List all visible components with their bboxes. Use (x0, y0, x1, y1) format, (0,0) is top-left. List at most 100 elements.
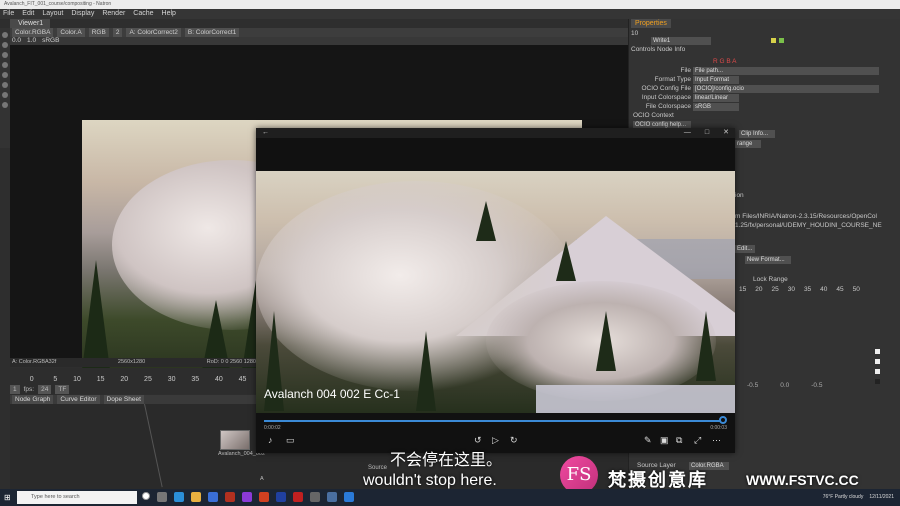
forward-icon[interactable]: ↻ (510, 435, 518, 446)
tab-properties[interactable]: Properties (631, 19, 671, 28)
tool-icon[interactable] (2, 72, 8, 78)
tool-icon[interactable] (2, 42, 8, 48)
tool-icon[interactable] (2, 82, 8, 88)
menu-help[interactable]: Help (161, 9, 177, 19)
windows-start-icon[interactable]: ⊞ (4, 493, 13, 502)
photoshop-icon[interactable] (276, 492, 286, 502)
range-tick: 25 (771, 286, 779, 293)
tab-dope-sheet[interactable]: Dope Sheet (103, 395, 144, 404)
ocio-config-field[interactable]: [OCIO]/config.ocio (693, 85, 879, 93)
range-tick: 35 (803, 286, 812, 293)
minimize-icon[interactable]: — (684, 128, 691, 138)
back-icon[interactable]: ← (262, 128, 269, 138)
tab-node-graph[interactable]: Node Graph (12, 395, 54, 404)
menu-file[interactable]: File (2, 9, 15, 19)
colorspace-select[interactable]: sRGB (42, 37, 59, 45)
tool-icon[interactable] (2, 52, 8, 58)
input-colorspace-select[interactable]: linear/Linear (693, 94, 739, 102)
tool-icon[interactable] (2, 102, 8, 108)
subtitles-icon[interactable]: ▭ (286, 435, 295, 446)
gain-value[interactable]: 0.0 (12, 37, 21, 45)
input-b-select[interactable]: B: ColorCorrect1 (184, 28, 240, 37)
file-field[interactable]: File path... (693, 67, 879, 75)
color-swatch[interactable] (875, 349, 880, 354)
display-mode-select[interactable]: RGB (88, 28, 109, 37)
menu-edit[interactable]: Edit (21, 9, 35, 19)
natron-icon[interactable] (327, 492, 337, 502)
seek-handle[interactable] (719, 416, 727, 424)
close-icon[interactable]: ✕ (723, 128, 729, 138)
cortana-icon[interactable] (142, 492, 150, 500)
maximize-icon[interactable]: □ (705, 128, 709, 138)
node-color-swatch[interactable] (779, 38, 784, 43)
store-icon[interactable] (208, 492, 218, 502)
input-colorspace-label: Input Colorspace (641, 94, 691, 101)
edge-icon[interactable] (174, 492, 184, 502)
tool-icon[interactable] (2, 92, 8, 98)
seek-bar[interactable] (264, 420, 724, 422)
fps-field[interactable]: 24 (38, 385, 52, 394)
source-label: Source (368, 465, 388, 471)
media-player-icon[interactable] (344, 492, 354, 502)
menu-display[interactable]: Display (70, 9, 95, 19)
video-frame[interactable]: Avalanch 004 002 E Cc-1 (256, 171, 735, 413)
menu-render[interactable]: Render (101, 9, 126, 19)
opera-icon[interactable] (259, 492, 269, 502)
range-toggle[interactable]: TF (55, 385, 70, 394)
volume-icon[interactable]: ♪ (268, 435, 273, 445)
zoom-select[interactable]: 2 (112, 28, 123, 37)
node-name-field[interactable]: Write1 (651, 37, 711, 45)
color-swatch[interactable] (875, 379, 880, 384)
current-frame-field[interactable]: 1 (10, 385, 20, 394)
tab-viewer1[interactable]: Viewer1 (10, 19, 50, 28)
path-line: m Files/INRIA/Natron-2.3.15/Resources/Op… (735, 213, 877, 220)
taskbar-search[interactable]: Type here to search (17, 491, 137, 504)
app-icon[interactable] (293, 492, 303, 502)
video-snow-slope (536, 385, 735, 413)
controls-subtabs[interactable]: Controls Node Info (631, 45, 685, 54)
app-icon[interactable] (225, 492, 235, 502)
video-tree (556, 241, 576, 281)
rewind-icon[interactable]: ↺ (474, 435, 482, 446)
clip-info-button[interactable]: Clip Info... (739, 130, 775, 138)
cast-icon[interactable]: ⧉ (676, 435, 682, 446)
status-channels: A: Color.RGBA32f (12, 359, 57, 365)
watermark: FS 梵摄创意库 WWW.FSTVC.CC (556, 454, 900, 494)
file-colorspace-select[interactable]: sRGB (693, 103, 739, 111)
viewer-left-toolbar (0, 28, 10, 148)
properties-count[interactable]: 10 (631, 29, 638, 38)
ocio-config-label: OCIO Config File (641, 85, 692, 92)
tab-curve-editor[interactable]: Curve Editor (57, 395, 100, 404)
edit-button[interactable]: Edit... (735, 245, 755, 253)
menu-cache[interactable]: Cache (132, 9, 154, 19)
alpha-select[interactable]: Color.A (57, 28, 85, 37)
more-icon[interactable]: ⋯ (712, 435, 721, 446)
menu-layout[interactable]: Layout (41, 9, 64, 19)
input-a-select[interactable]: A: ColorCorrect2 (126, 28, 181, 37)
node-color-swatch[interactable] (771, 38, 776, 43)
app-icon[interactable] (310, 492, 320, 502)
color-swatch[interactable] (875, 359, 880, 364)
miniview-icon[interactable]: ▣ (660, 435, 669, 446)
fullscreen-icon[interactable]: ⤢ (694, 435, 701, 446)
new-format-button[interactable]: New Format... (745, 256, 791, 264)
clock-date[interactable]: 12/11/2021 (869, 491, 894, 504)
weather-status[interactable]: 76°F Partly cloudy (823, 491, 864, 504)
lock-range-label[interactable]: Lock Range (753, 275, 788, 284)
color-swatch[interactable] (875, 369, 880, 374)
task-view-icon[interactable] (157, 492, 167, 502)
app-icon[interactable] (242, 492, 252, 502)
edit-icon[interactable]: ✎ (644, 435, 652, 446)
explorer-icon[interactable] (191, 492, 201, 502)
gamma-value[interactable]: 1.0 (27, 37, 36, 45)
format-type-select[interactable]: Input Format (693, 76, 739, 84)
channel-toggles[interactable]: R G B A (713, 57, 736, 66)
grid-value: -0.5 (811, 382, 823, 389)
channels-select[interactable]: Color.RGBA (12, 28, 54, 37)
tool-icon[interactable] (2, 32, 8, 38)
range-button[interactable]: range (735, 140, 761, 148)
tool-icon[interactable] (2, 62, 8, 68)
video-tree (416, 331, 436, 411)
read-node[interactable] (220, 430, 250, 450)
play-icon[interactable]: ▷ (492, 435, 499, 446)
